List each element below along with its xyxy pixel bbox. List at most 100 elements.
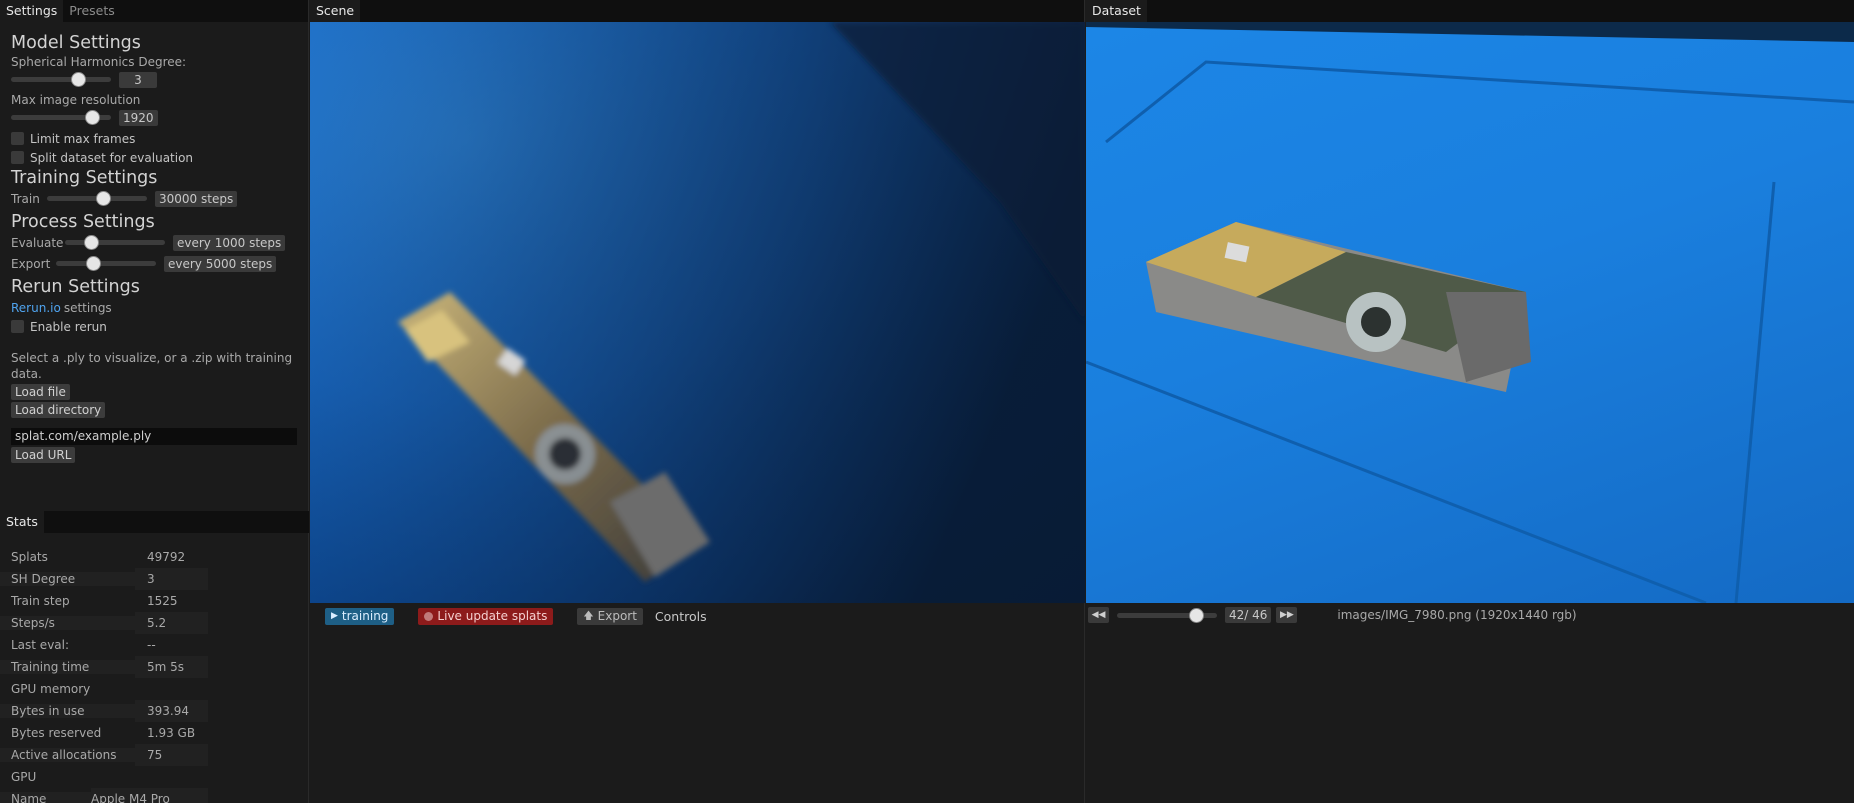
dataset-image (1086, 22, 1854, 603)
dataset-controls: ◀◀ 42/ 46 ▶▶ images/IMG_7980.png (1920x1… (1086, 606, 1854, 624)
stats-value: Apple M4 Pro (91, 788, 208, 803)
frame-counter[interactable]: 42/ 46 (1225, 607, 1272, 623)
stats-tabbar: Stats (0, 511, 309, 533)
max-resolution-value[interactable]: 1920 (119, 109, 158, 126)
url-input[interactable] (11, 428, 297, 445)
tab-stats[interactable]: Stats (0, 511, 44, 533)
tab-dataset[interactable]: Dataset (1086, 0, 1147, 22)
train-row: Train 30000 steps (11, 189, 298, 208)
split-dataset-label: Split dataset for evaluation (30, 150, 194, 165)
sh-degree-value[interactable]: 3 (119, 71, 157, 88)
stats-key: Bytes in use (0, 704, 135, 718)
stats-row: Bytes in use393.94 MB (0, 700, 309, 740)
training-toggle[interactable]: ▶ training (325, 608, 395, 625)
train-slider[interactable] (47, 189, 147, 208)
stats-row: Last eval: -- (0, 634, 309, 656)
rerun-settings-heading: Rerun Settings (11, 277, 140, 297)
stats-value (135, 766, 208, 788)
slider-knob[interactable] (84, 110, 100, 125)
training-label: training (341, 609, 389, 623)
stats-table: Splats 49792 SH Degree 3 Train step 1525 Steps… (0, 546, 309, 803)
stats-key: GPU memory (0, 682, 135, 696)
controls-label[interactable]: Controls (655, 609, 707, 624)
slider-knob[interactable] (85, 256, 101, 271)
stats-value: 1.93 GB (135, 722, 208, 744)
scene-render-image (310, 22, 1085, 603)
evaluate-value[interactable]: every 1000 steps (173, 234, 286, 251)
stats-row: Training time 5m 5s (0, 656, 309, 678)
sh-degree-row: 3 (11, 70, 298, 89)
scene-viewport[interactable] (310, 22, 1085, 603)
previous-frame-button[interactable]: ◀◀ (1088, 607, 1109, 623)
tab-settings[interactable]: Settings (0, 0, 64, 22)
sh-degree-label: Spherical Harmonics Degree: (11, 55, 187, 69)
train-label: Train (11, 191, 40, 206)
enable-rerun-row[interactable]: Enable rerun (11, 317, 298, 336)
model-settings-heading: Model Settings (11, 33, 141, 53)
record-dot-icon (424, 612, 434, 621)
split-dataset-row[interactable]: Split dataset for evaluation (11, 148, 298, 167)
train-value[interactable]: 30000 steps (155, 190, 238, 207)
live-update-label: Live update splats (437, 609, 548, 623)
stats-row: GPU (0, 766, 309, 788)
limit-frames-row[interactable]: Limit max frames (11, 129, 298, 148)
training-settings-heading: Training Settings (11, 168, 158, 188)
max-resolution-row: 1920 (11, 108, 298, 127)
sh-degree-slider[interactable] (11, 70, 111, 89)
stats-key: Bytes reserved (0, 726, 135, 740)
stats-row: GPU memory (0, 678, 309, 700)
next-frame-button[interactable]: ▶▶ (1276, 607, 1298, 623)
stats-value: 5m 5s (135, 656, 208, 678)
frame-slider[interactable] (1117, 606, 1217, 625)
tab-presets[interactable]: Presets (63, 0, 121, 22)
scene-panel: Scene ▶ training Live update splats 🡅 Ex… (310, 0, 1085, 803)
stats-key: Splats (0, 550, 135, 564)
slider-knob[interactable] (70, 72, 86, 87)
scene-tabbar: Scene (310, 0, 1084, 22)
dataset-tabbar: Dataset (1086, 0, 1854, 22)
export-button[interactable]: 🡅 Export (577, 608, 643, 625)
stats-key: Train step (0, 594, 135, 608)
export-value[interactable]: every 5000 steps (164, 255, 277, 272)
live-update-toggle[interactable]: Live update splats (418, 608, 554, 625)
max-resolution-label: Max image resolution (11, 93, 141, 107)
export-button-label: Export (597, 609, 637, 623)
dataset-filename: images/IMG_7980.png (1920x1440 rgb) (1337, 608, 1577, 622)
evaluate-slider[interactable] (65, 233, 165, 252)
stats-value (135, 678, 208, 700)
enable-rerun-checkbox[interactable] (11, 320, 24, 333)
left-panel: Settings Presets Model Settings Spherica… (0, 0, 309, 803)
stats-value: 49792 (135, 546, 208, 568)
upload-icon: 🡅 (583, 611, 594, 622)
stats-key: Training time (0, 660, 135, 674)
evaluate-row: Evaluate every 1000 steps (11, 233, 298, 252)
enable-rerun-label: Enable rerun (30, 319, 107, 334)
tab-scene[interactable]: Scene (310, 0, 361, 22)
split-dataset-checkbox[interactable] (11, 151, 24, 164)
settings-tabbar: Settings Presets (0, 0, 308, 22)
rerun-link-row: Rerun.io settings (11, 298, 298, 317)
stats-key: Last eval: (0, 638, 135, 652)
slider-knob[interactable] (96, 191, 112, 206)
play-icon: ▶ (331, 611, 338, 621)
dataset-photo (1086, 22, 1854, 603)
stats-row: Active allocations 75 (0, 744, 309, 766)
stats-key: Active allocations (0, 748, 135, 762)
stats-row: Name Apple M4 Pro (0, 788, 309, 803)
stats-key: GPU (0, 770, 135, 784)
export-row: Export every 5000 steps (11, 254, 298, 273)
export-slider[interactable] (56, 254, 156, 273)
stats-value: 5.2 (135, 612, 208, 634)
rerun-link[interactable]: Rerun.io (11, 301, 61, 315)
stats-row: SH Degree 3 (0, 568, 309, 590)
stats-value: 1525 (135, 590, 208, 612)
max-resolution-slider[interactable] (11, 108, 111, 127)
stats-key: SH Degree (0, 572, 135, 586)
load-file-button[interactable]: Load file (11, 384, 70, 400)
load-directory-button[interactable]: Load directory (11, 402, 106, 418)
slider-knob[interactable] (1189, 607, 1205, 623)
slider-knob[interactable] (83, 235, 99, 250)
load-url-button[interactable]: Load URL (11, 447, 76, 463)
limit-frames-checkbox[interactable] (11, 132, 24, 145)
evaluate-label: Evaluate (11, 235, 64, 250)
